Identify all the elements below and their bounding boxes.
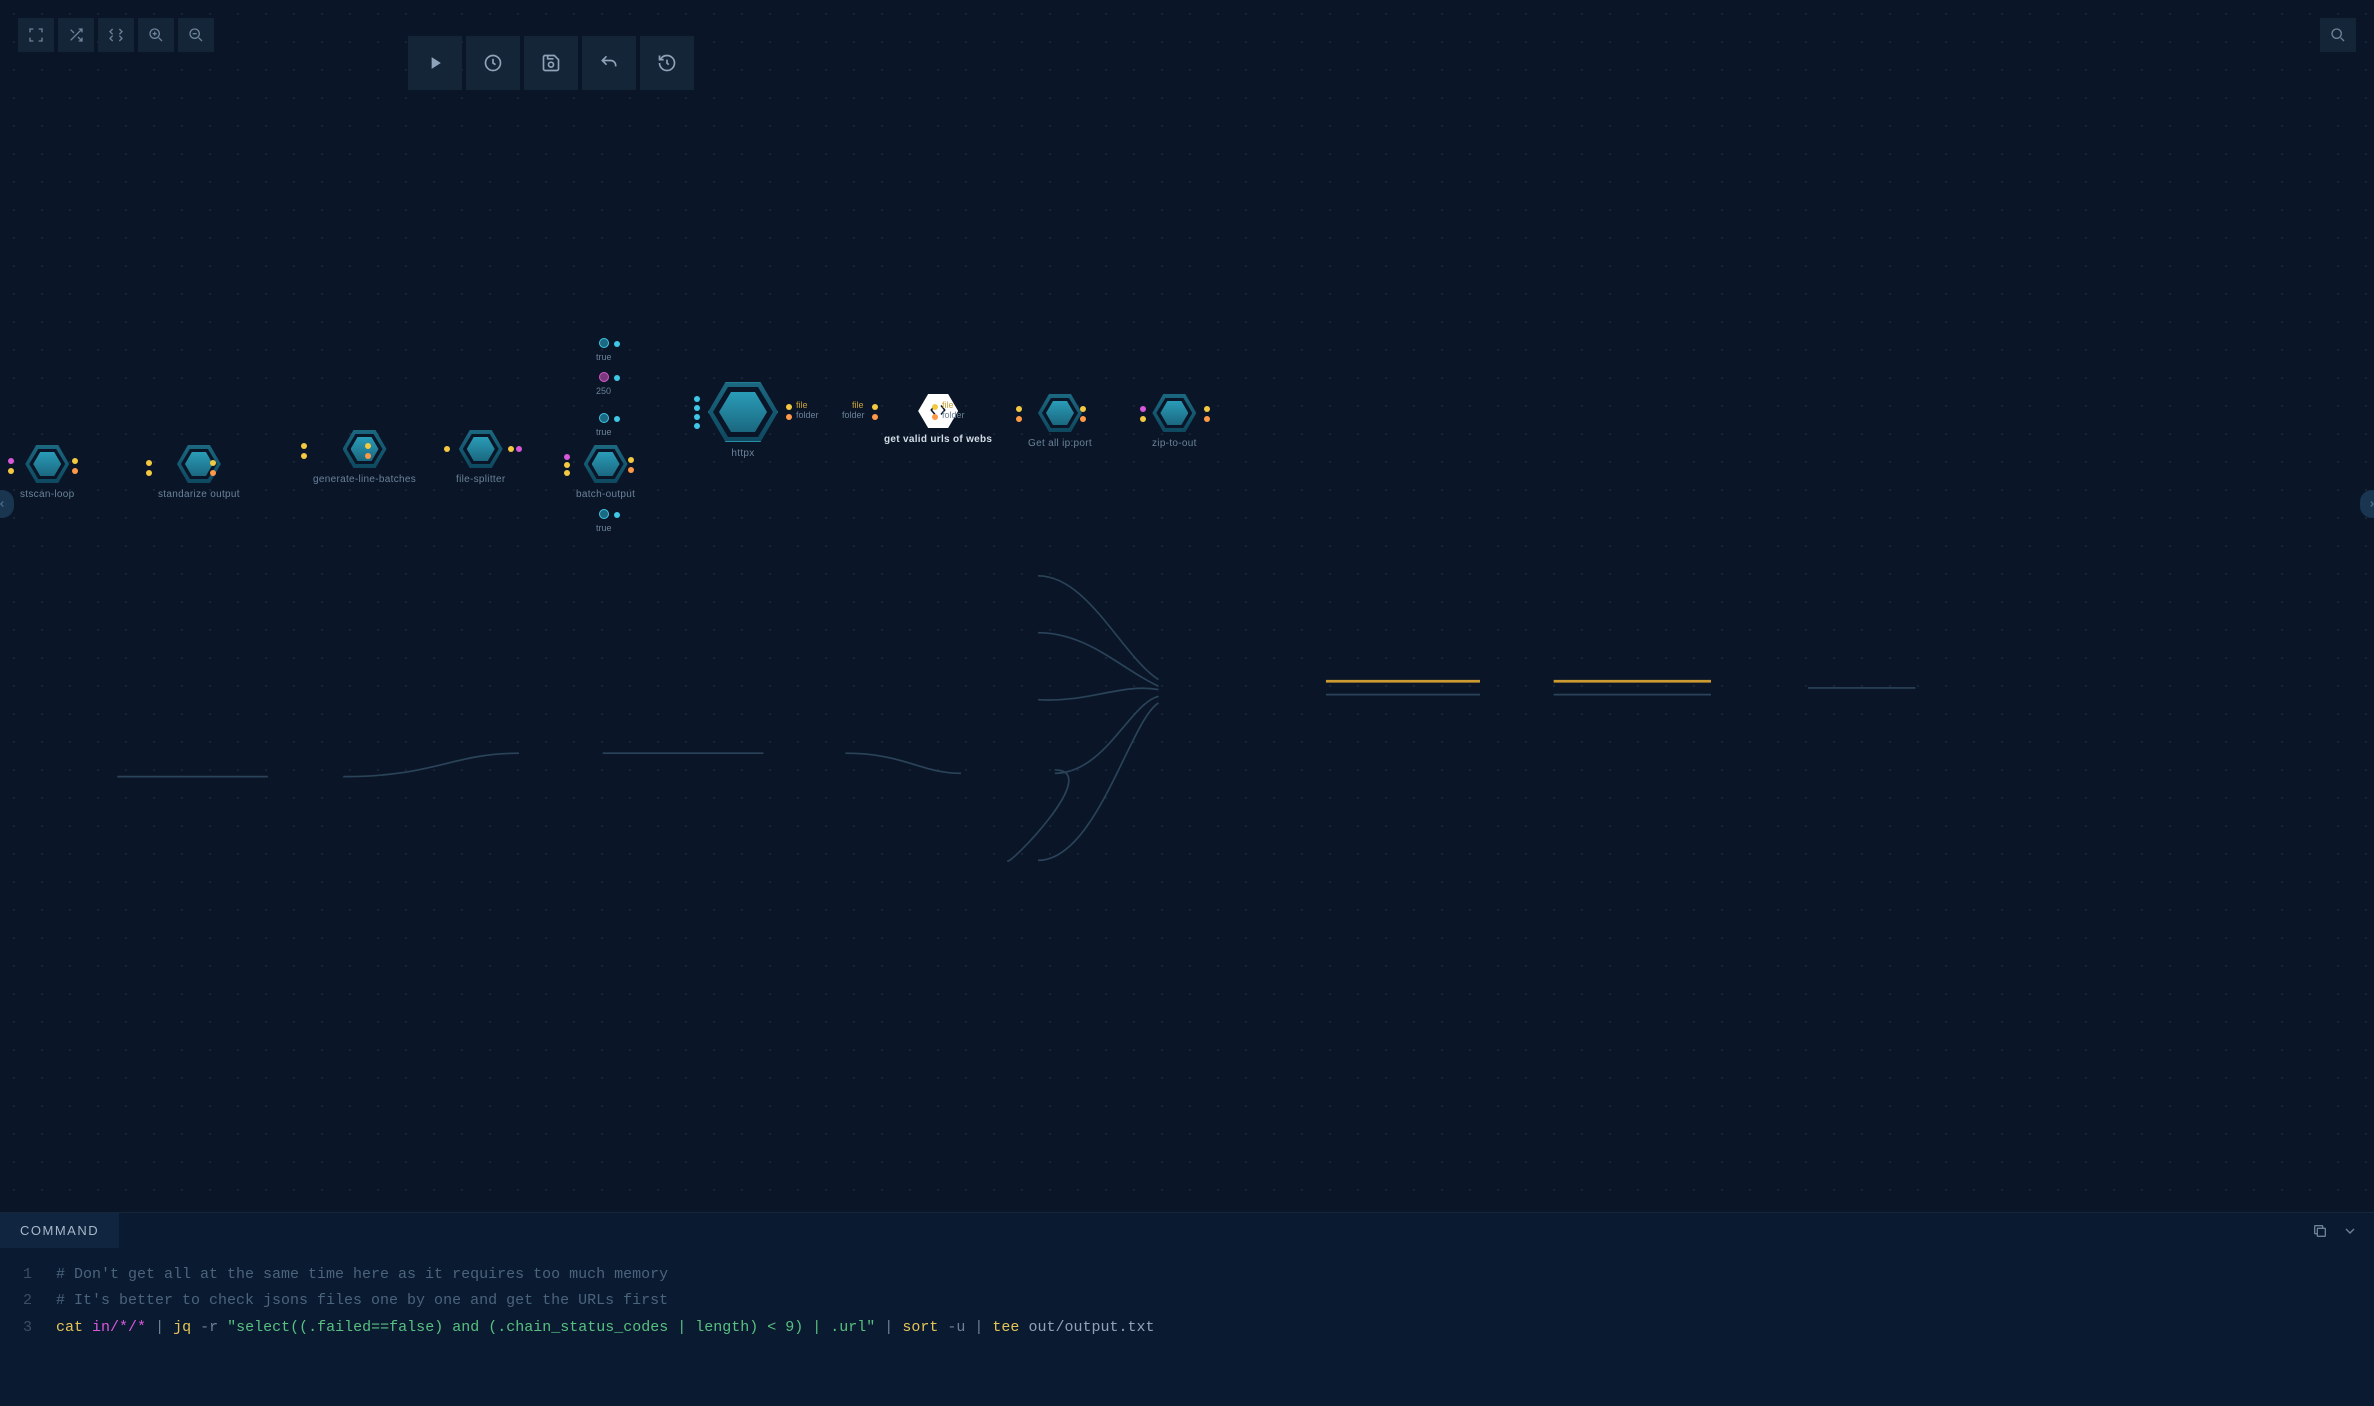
right-drawer-handle[interactable] — [2360, 490, 2374, 518]
panel-tabs: COMMAND — [0, 1213, 2374, 1248]
bottom-panel: COMMAND 1 # Don't get all at the same ti… — [0, 1212, 2374, 1406]
zoom-in-button[interactable] — [138, 18, 174, 52]
run-button[interactable] — [408, 36, 462, 90]
node-get-all-ip-port[interactable]: Get all ip:port — [1028, 394, 1092, 449]
intermediate-true-3[interactable]: true — [596, 509, 612, 533]
undo-button[interactable] — [582, 36, 636, 90]
expand-button[interactable] — [2340, 1221, 2360, 1241]
fullscreen-icon — [28, 27, 44, 43]
zoom-out-button[interactable] — [178, 18, 214, 52]
canvas-background[interactable] — [0, 0, 2374, 1406]
node-file-splitter[interactable]: file-splitter — [456, 430, 505, 485]
node-standarize-output[interactable]: standarize output — [158, 445, 240, 500]
mini-toolbar — [18, 18, 214, 52]
search-button[interactable] — [2320, 18, 2356, 52]
intermediate-250[interactable]: 250 — [596, 372, 611, 396]
shuffle-icon — [68, 27, 84, 43]
chevron-right-icon — [2367, 499, 2374, 509]
schedule-button[interactable] — [466, 36, 520, 90]
shuffle-button[interactable] — [58, 18, 94, 52]
zoom-in-icon — [148, 27, 164, 43]
fullscreen-button[interactable] — [18, 18, 54, 52]
intermediate-true-2[interactable]: true — [596, 413, 612, 437]
line-number: 3 — [12, 1315, 56, 1341]
history-button[interactable] — [640, 36, 694, 90]
zoom-out-icon — [188, 27, 204, 43]
copy-button[interactable] — [2310, 1221, 2330, 1241]
line-number: 2 — [12, 1288, 56, 1314]
copy-icon — [2312, 1223, 2328, 1239]
node-stscan-loop[interactable]: stscan-loop — [20, 445, 74, 500]
play-icon — [425, 53, 445, 73]
node-batch-output[interactable]: batch-output — [576, 445, 635, 500]
schedule-icon — [483, 53, 503, 73]
arrange-icon — [108, 27, 124, 43]
save-button[interactable] — [524, 36, 578, 90]
line-number: 1 — [12, 1262, 56, 1288]
search-icon — [2330, 27, 2346, 43]
code-line-3: 3 cat in/*/* | jq -r "select((.failed==f… — [12, 1315, 2362, 1341]
chevron-left-icon — [0, 499, 7, 509]
code-editor[interactable]: 1 # Don't get all at the same time here … — [0, 1248, 2374, 1355]
tab-command[interactable]: COMMAND — [0, 1213, 119, 1248]
action-toolbar — [408, 36, 694, 90]
arrange-button[interactable] — [98, 18, 134, 52]
save-icon — [541, 53, 561, 73]
chevron-down-icon — [2342, 1223, 2358, 1239]
node-zip-to-out[interactable]: zip-to-out — [1152, 394, 1197, 449]
history-icon — [657, 53, 677, 73]
code-line-1: 1 # Don't get all at the same time here … — [12, 1262, 2362, 1288]
node-httpx[interactable]: httpx file folder — [708, 382, 778, 459]
undo-icon — [599, 53, 619, 73]
intermediate-true-1[interactable]: true — [596, 338, 612, 362]
node-generate-line-batches[interactable]: generate-line-batches — [313, 430, 416, 485]
code-line-2: 2 # It's better to check jsons files one… — [12, 1288, 2362, 1314]
node-get-valid-urls[interactable]: get valid urls of webs file folder file … — [884, 394, 992, 445]
